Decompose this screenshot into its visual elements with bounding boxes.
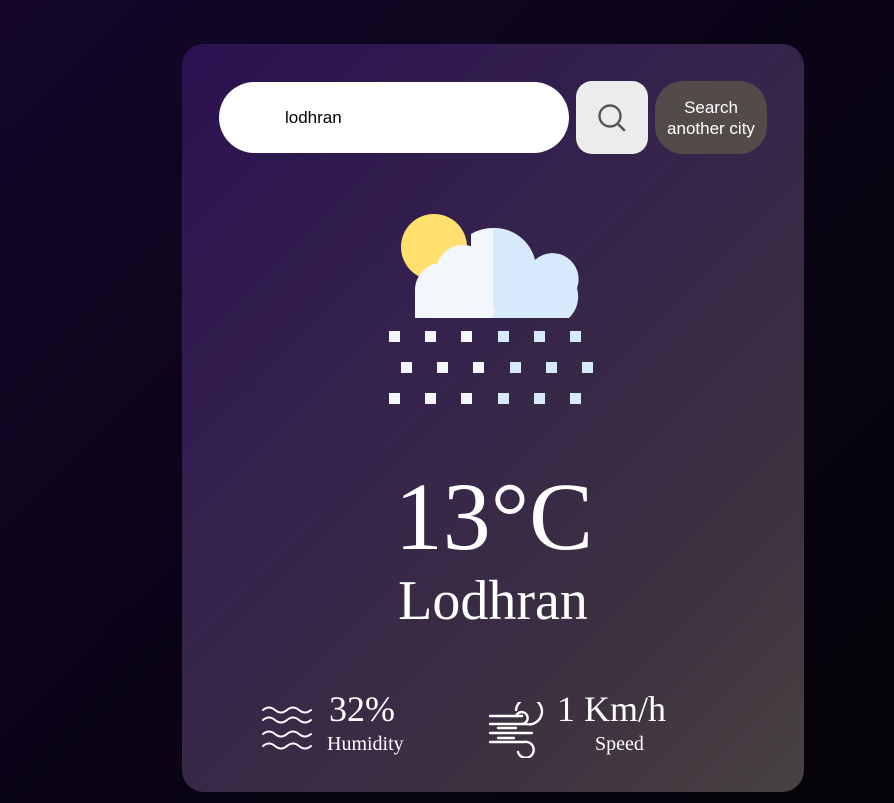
humidity-label: Humidity [327,733,404,755]
wind-speed-label: Speed [595,733,644,755]
snow-cloud-sun-icon [387,200,602,410]
search-button[interactable] [576,81,648,154]
search-icon [597,103,627,133]
wind-speed-value: 1 Km/h [557,689,667,729]
weather-card: Search another city [182,44,804,792]
humidity-value: 32% [329,689,395,729]
city-search-input[interactable] [219,82,569,153]
wind-icon [488,697,544,759]
city-name: Lodhran [398,570,588,632]
page-background: Search another city [0,0,894,803]
search-another-city-button[interactable]: Search another city [655,81,767,154]
temperature-value: 13°C [394,463,594,570]
humidity-waves-icon [261,704,316,754]
